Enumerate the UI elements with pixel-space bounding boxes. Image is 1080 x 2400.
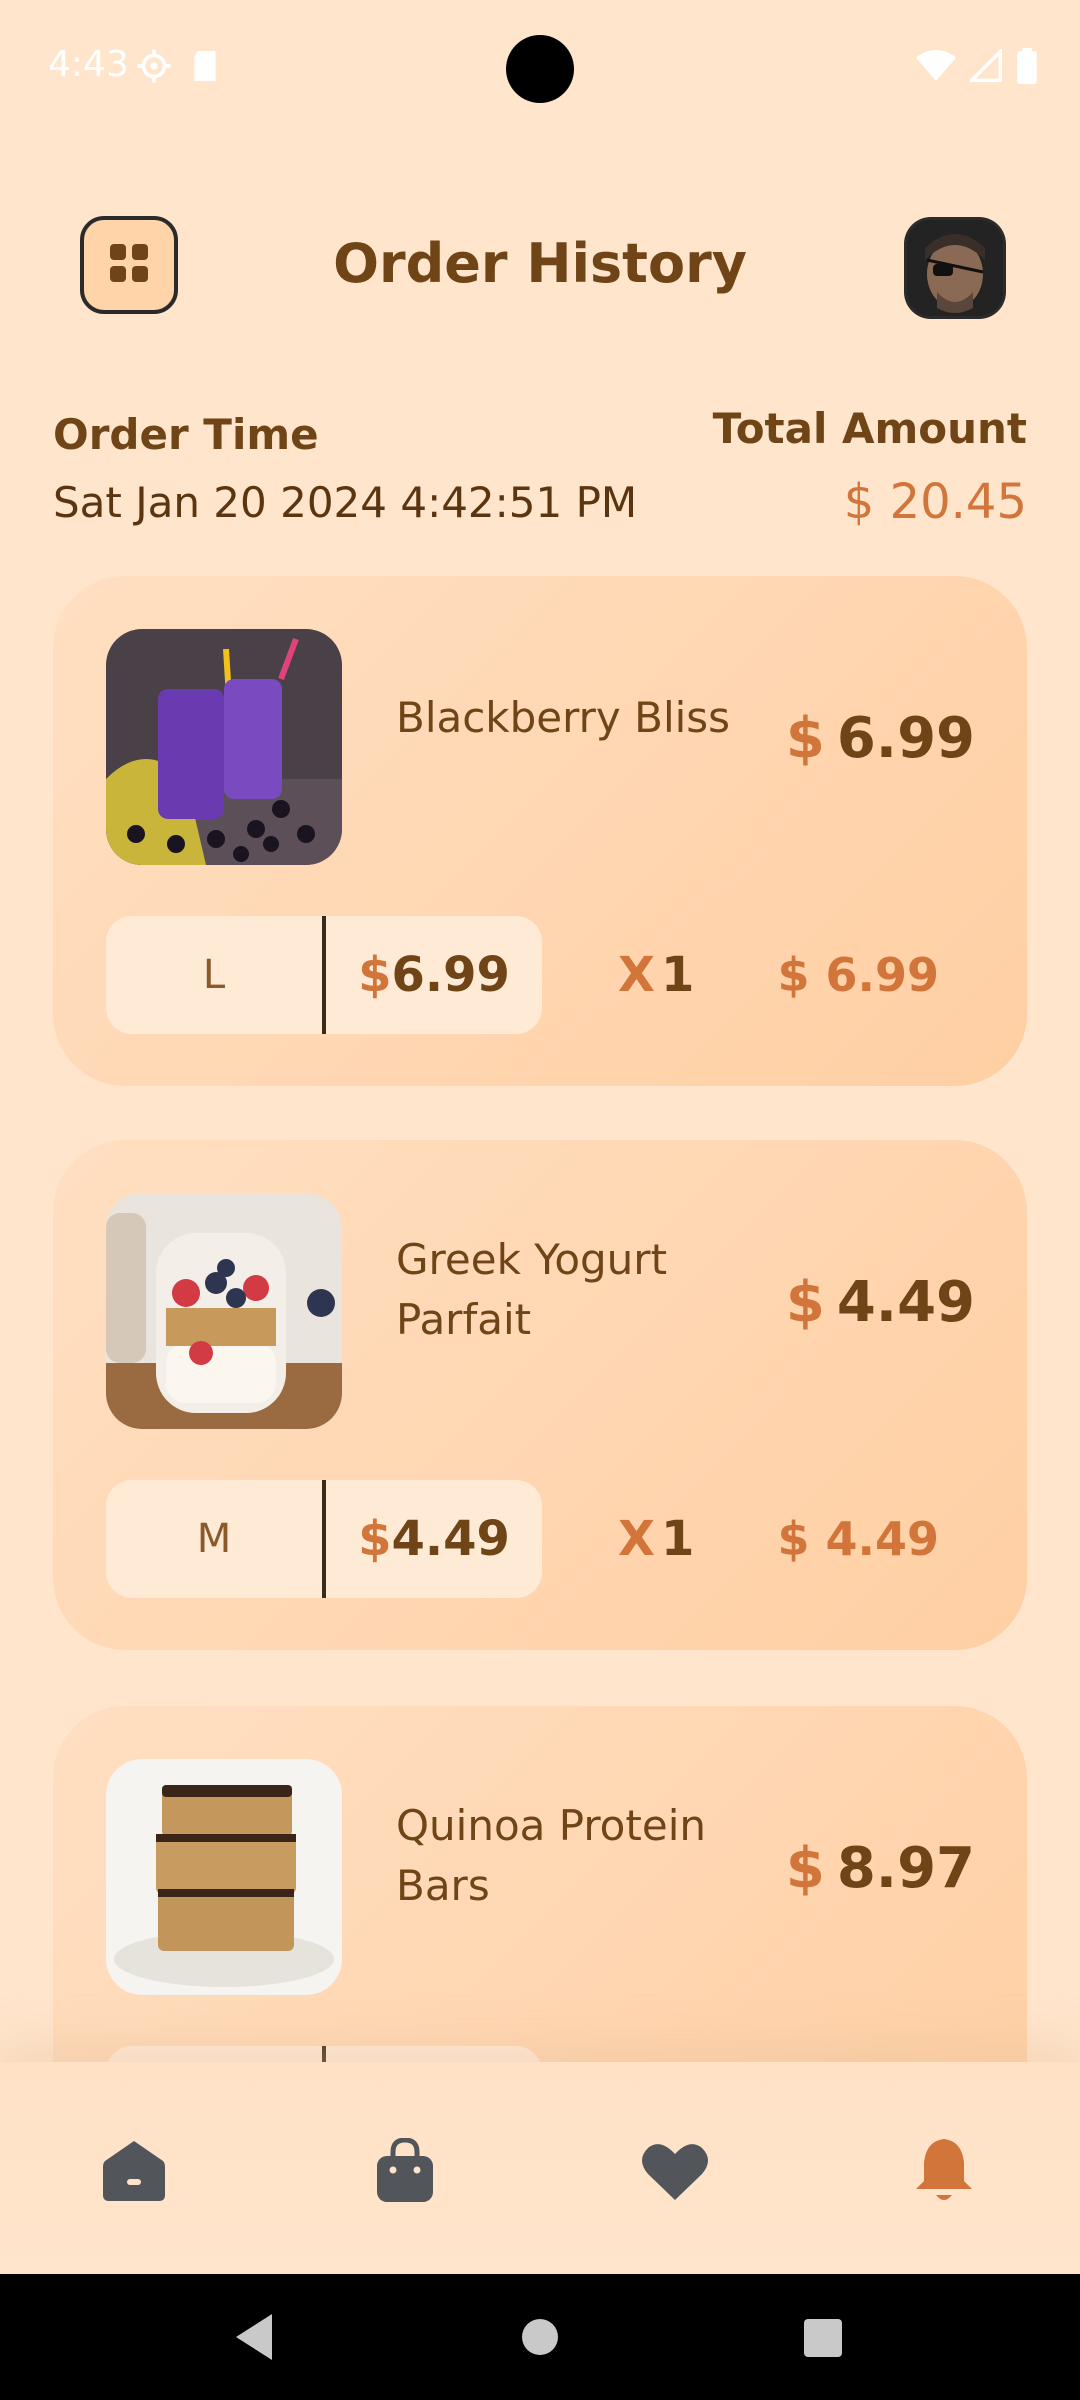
size-price-box <box>106 2046 542 2062</box>
order-time-value: Sat Jan 20 2024 4:42:51 PM <box>53 478 638 527</box>
signal-icon <box>967 47 1003 87</box>
back-icon[interactable] <box>232 2312 276 2366</box>
item-name: Blackberry Bliss <box>396 693 731 742</box>
sd-card-status-icon <box>190 48 220 88</box>
nav-notifications[interactable] <box>899 2128 989 2218</box>
item-name: Quinoa Protein Bars <box>396 1801 706 1910</box>
bell-icon <box>914 2137 974 2209</box>
battery-icon <box>1016 48 1038 88</box>
order-item-card[interactable]: Greek Yogurt Parfait $4.49 M $4.49 X1 $ … <box>53 1140 1027 1650</box>
system-navigation-bar <box>0 2274 1080 2400</box>
avatar[interactable] <box>907 220 1003 316</box>
line-total: $ 4.49 <box>777 1512 939 1566</box>
size-label: L <box>202 952 226 998</box>
recents-icon[interactable] <box>803 2318 843 2362</box>
size-price: $6.99 <box>358 947 510 1003</box>
size-price-box: M $4.49 <box>106 1480 542 1598</box>
settings-status-icon <box>136 48 172 88</box>
status-time: 4:43 <box>48 44 129 85</box>
order-item-card[interactable]: Blackberry Bliss $6.99 L $6.99 X1 $ 6.99 <box>53 576 1027 1086</box>
size-price-box: L $6.99 <box>106 916 542 1034</box>
nav-cart[interactable] <box>360 2128 450 2218</box>
home-icon <box>101 2139 167 2207</box>
item-price: $8.97 <box>785 1836 975 1901</box>
order-summary: Order Time Sat Jan 20 2024 4:42:51 PM To… <box>53 400 1027 540</box>
quantity: X1 <box>618 1511 695 1567</box>
nav-home[interactable] <box>89 2128 179 2218</box>
order-item-list[interactable]: Blackberry Bliss $6.99 L $6.99 X1 $ 6.99 <box>53 576 1027 2062</box>
item-price: $6.99 <box>785 706 975 771</box>
order-time-label: Order Time <box>53 410 319 459</box>
item-price: $4.49 <box>785 1270 975 1335</box>
divider <box>322 2046 326 2062</box>
camera-cutout <box>506 35 574 103</box>
nav-favorites[interactable] <box>630 2128 720 2218</box>
blackberry-bliss-image <box>106 629 342 865</box>
bag-icon <box>375 2137 435 2208</box>
greek-yogurt-parfait-image <box>106 1193 342 1429</box>
item-name: Greek Yogurt Parfait <box>396 1235 668 1344</box>
line-total: $ 6.99 <box>777 948 939 1002</box>
size-label: M <box>196 1516 232 1562</box>
total-amount-value: $ 20.45 <box>843 474 1027 530</box>
wifi-icon <box>916 49 956 87</box>
app-header: Order History <box>0 200 1080 340</box>
total-amount-label: Total Amount <box>712 404 1027 453</box>
status-bar: 4:43 <box>0 0 1080 140</box>
quantity: X1 <box>618 947 695 1003</box>
quinoa-protein-bars-image <box>106 1759 342 1995</box>
heart-icon <box>640 2140 710 2206</box>
size-price: $4.49 <box>358 1511 510 1567</box>
bottom-navigation <box>0 2062 1080 2274</box>
home-circle-icon[interactable] <box>521 2318 559 2360</box>
order-item-card[interactable]: Quinoa Protein Bars $8.97 <box>53 1706 1027 2062</box>
